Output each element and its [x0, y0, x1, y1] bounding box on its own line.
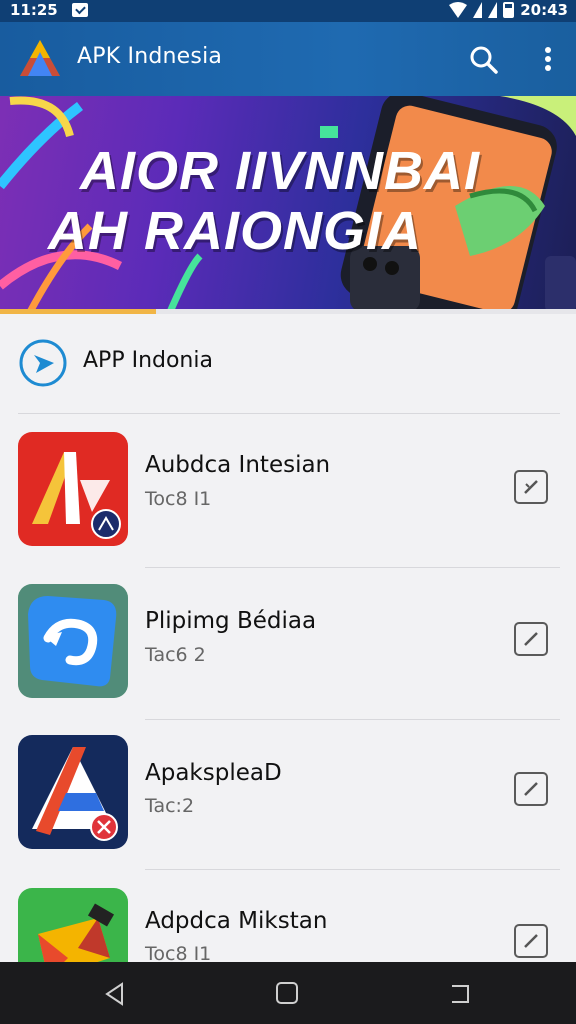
signal-icon	[473, 2, 483, 18]
app-name: ApakspleaD	[145, 760, 282, 786]
app-bar: APK Indnesia	[0, 22, 576, 96]
app-list-item[interactable]: Plipimg Bédiaa Tac6 2	[0, 568, 576, 720]
app-name: Adpdca Mikstan	[145, 908, 328, 934]
banner-headline-2: AH RAIONGIA	[48, 201, 422, 261]
app-name: Plipimg Bédiaa	[145, 608, 317, 634]
app-subtitle: Toc8 I1	[145, 943, 212, 962]
system-nav-bar	[0, 962, 576, 1024]
app-list-item[interactable]: Adpdca Mikstan Toc8 I1	[0, 870, 576, 962]
app-logo-icon	[20, 40, 60, 76]
app-icon	[18, 584, 128, 698]
app-list-item[interactable]: ApakspleaD Tac:2	[0, 720, 576, 872]
status-time-left: 11:25	[10, 1, 58, 19]
status-time-right: 20:43	[520, 1, 568, 19]
app-icon	[18, 735, 128, 849]
promo-banner[interactable]: AIOR IIVNNBAI AH RAIONGIA	[0, 96, 576, 312]
app-name: Aubdca Intesian	[145, 452, 331, 478]
notification-icon	[71, 3, 88, 17]
edit-icon[interactable]	[514, 470, 548, 504]
recents-icon[interactable]	[448, 983, 472, 1005]
wifi-icon	[449, 2, 468, 18]
edit-icon[interactable]	[514, 924, 548, 958]
app-subtitle: Toc8 I1	[145, 488, 212, 510]
app-icon	[18, 432, 128, 546]
banner-headline-1: AIOR IIVNNBAI	[80, 141, 481, 201]
home-icon[interactable]	[276, 982, 298, 1004]
app-icon	[18, 888, 128, 962]
more-vert-icon[interactable]	[534, 42, 562, 78]
app-subtitle: Tac:2	[145, 795, 195, 817]
play-circle-icon	[19, 339, 67, 387]
edit-icon[interactable]	[514, 772, 548, 806]
back-icon[interactable]	[104, 982, 126, 1006]
status-bar: 11:25 20:43	[0, 0, 576, 22]
battery-icon	[503, 2, 515, 18]
search-icon[interactable]	[466, 42, 502, 78]
signal-icon-2	[488, 2, 498, 18]
app-subtitle: Tac6 2	[145, 644, 206, 666]
app-title: APK Indnesia	[77, 44, 223, 69]
edit-icon[interactable]	[514, 622, 548, 656]
section-title: APP Indonia	[83, 348, 213, 373]
app-list-item[interactable]: Aubdca Intesian Toc8 I1	[0, 414, 576, 566]
section-header: APP Indonia	[0, 314, 576, 414]
